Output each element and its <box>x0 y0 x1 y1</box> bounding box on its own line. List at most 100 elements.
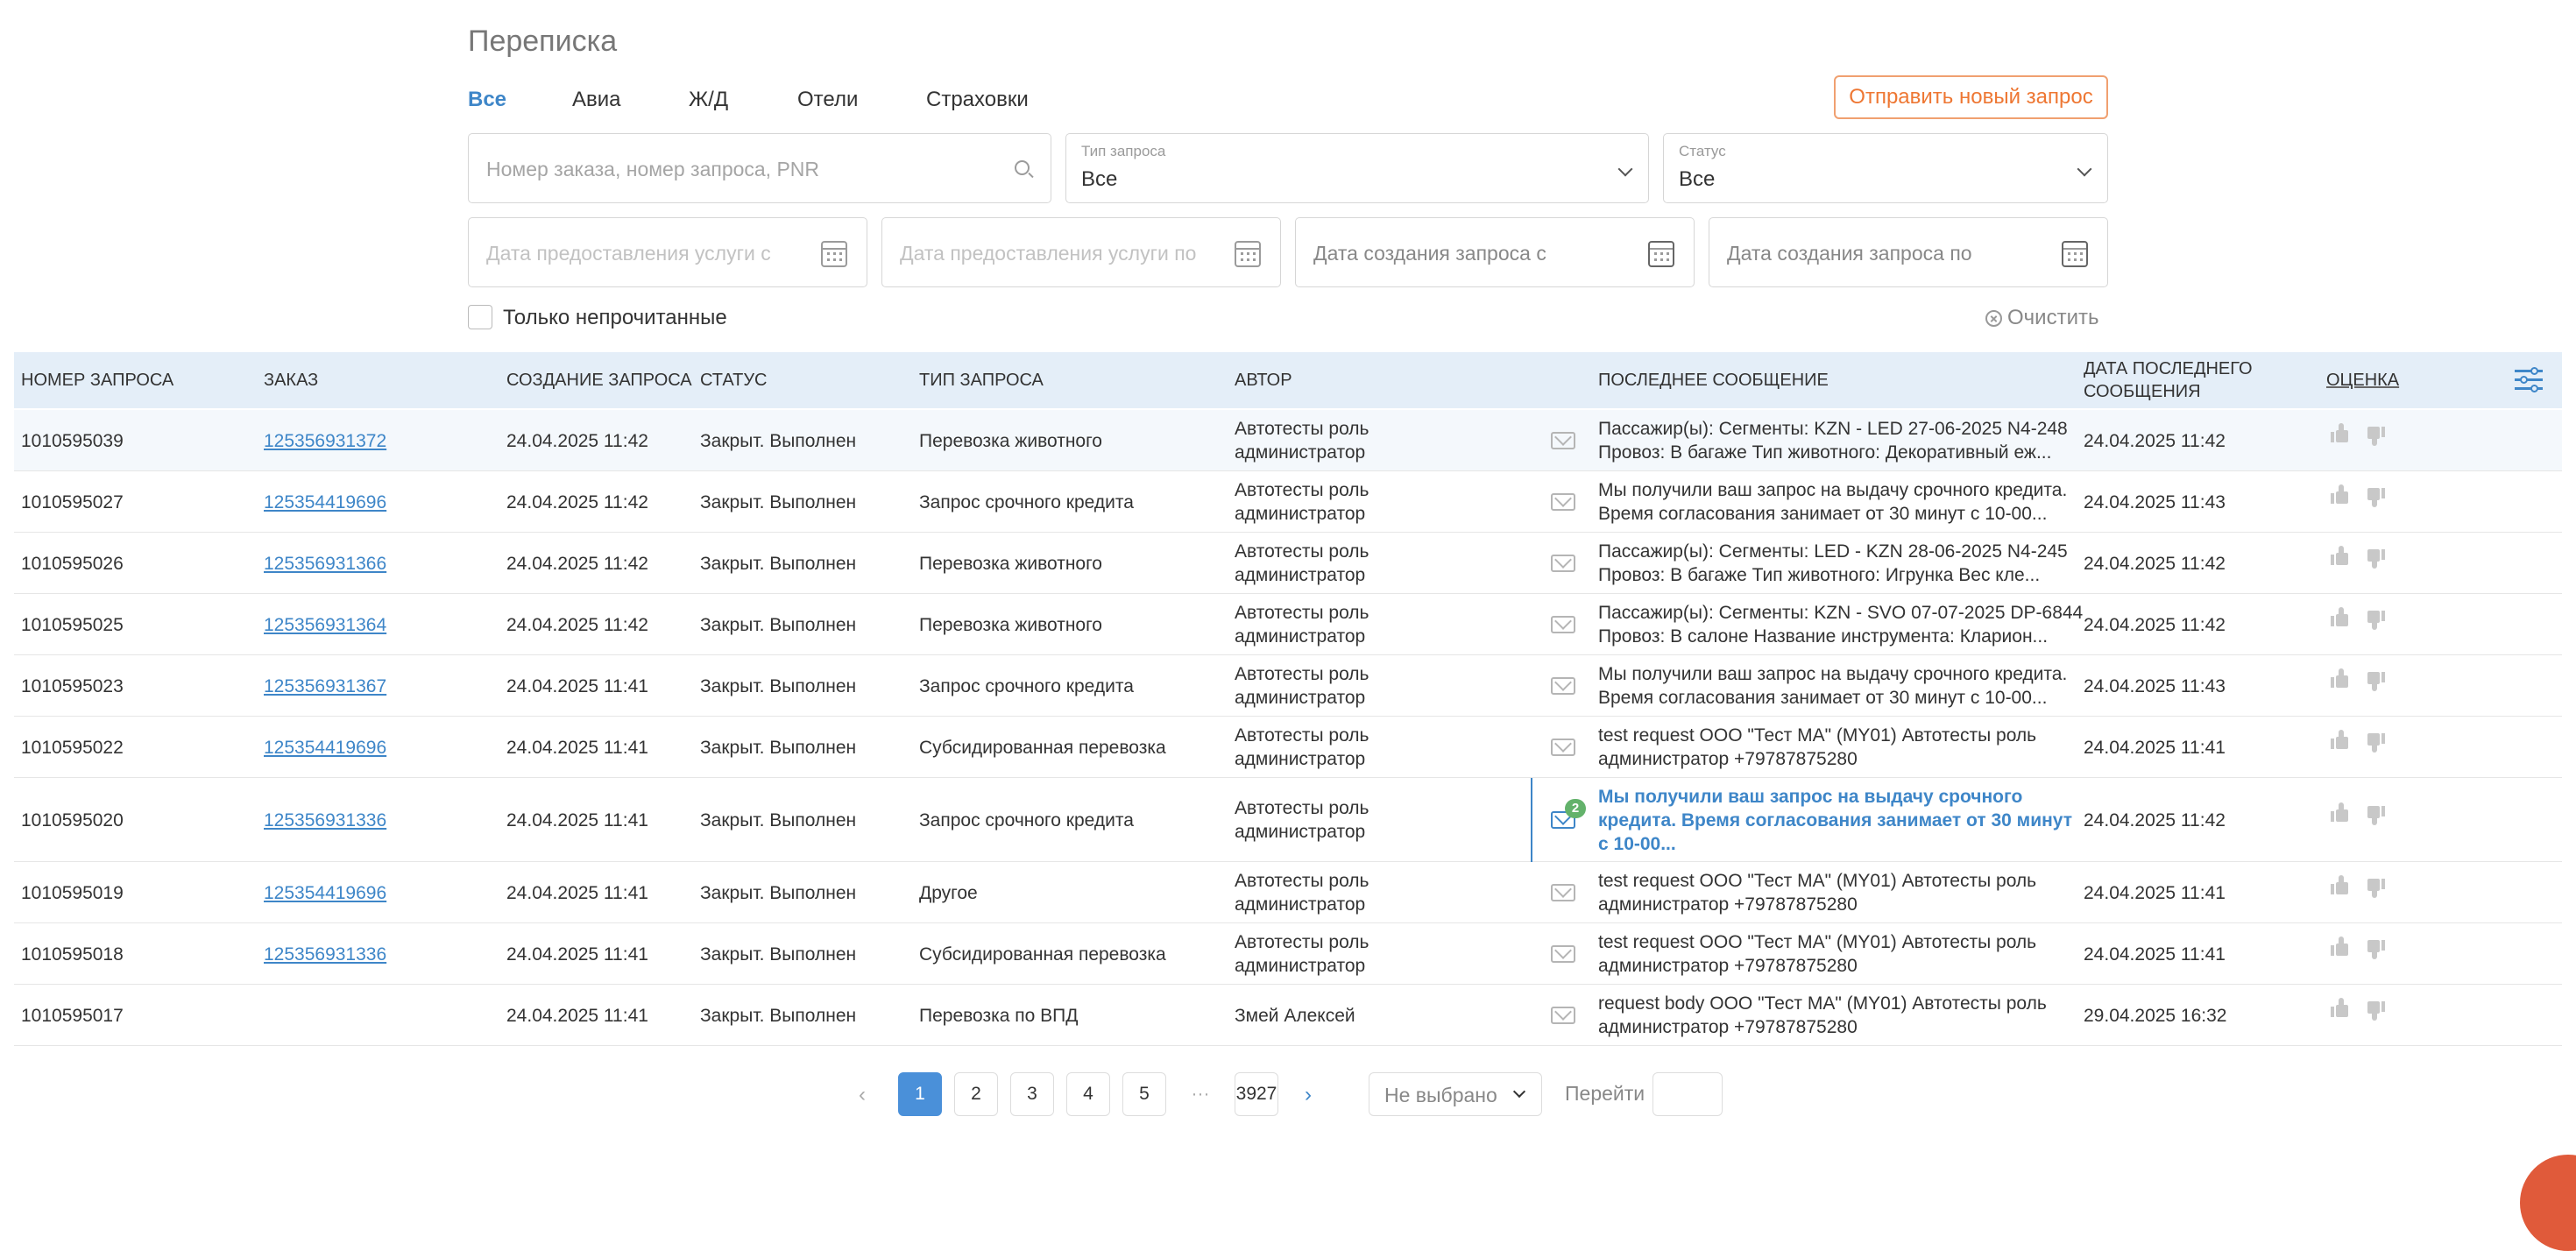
order-link[interactable]: 125356931364 <box>264 613 386 637</box>
last-message-line1[interactable]: Мы получили ваш запрос на выдачу срочног… <box>1598 478 2067 502</box>
message-envelope-icon[interactable] <box>1551 616 1575 633</box>
last-message-line3[interactable]: с 10-00... <box>1598 832 1676 856</box>
support-chat-button[interactable] <box>2520 1155 2576 1251</box>
last-message-line2[interactable]: Время согласования занимает от 30 минут … <box>1598 502 2047 526</box>
thumbs-down-icon[interactable] <box>2367 879 2385 898</box>
table-row[interactable]: 1010595022 125354419696 24.04.2025 11:41 За… <box>14 717 2562 778</box>
order-link[interactable]: 125354419696 <box>264 491 386 514</box>
thumbs-up-icon[interactable] <box>2331 936 2348 956</box>
thumbs-up-icon[interactable] <box>2331 607 2348 626</box>
last-message-line1[interactable]: Мы получили ваш запрос на выдачу срочног… <box>1598 785 2022 809</box>
thumbs-up-icon[interactable] <box>2331 668 2348 688</box>
last-message-line2[interactable]: Провоз: В багаже Тип животного: Декорати… <box>1598 441 2051 464</box>
next-page-button[interactable]: › <box>1305 1083 1312 1107</box>
goto-page-input[interactable] <box>1652 1072 1723 1116</box>
table-row[interactable]: 1010595026 125356931366 24.04.2025 11:42 За… <box>14 533 2562 594</box>
last-message-line2[interactable]: администратор +79787875280 <box>1598 893 1858 916</box>
table-row[interactable]: 1010595027 125354419696 24.04.2025 11:42 За… <box>14 471 2562 533</box>
table-row[interactable]: 1010595018 125356931336 24.04.2025 11:41 За… <box>14 923 2562 985</box>
table-row[interactable]: 1010595023 125356931367 24.04.2025 11:41 За… <box>14 655 2562 717</box>
order-link[interactable]: 125356931367 <box>264 675 386 698</box>
date-created-from-field[interactable]: Дата создания запроса с <box>1295 217 1695 287</box>
last-message-line1[interactable]: test request ООО "Тест МА" (MY01) Автоте… <box>1598 869 2036 893</box>
message-envelope-icon[interactable] <box>1551 739 1575 756</box>
thumbs-down-icon[interactable] <box>2367 488 2385 507</box>
calendar-icon[interactable] <box>2062 241 2088 267</box>
table-row[interactable]: 1010595019 125354419696 24.04.2025 11:41 За… <box>14 862 2562 923</box>
thumbs-up-icon[interactable] <box>2331 423 2348 442</box>
column-settings-icon[interactable] <box>2515 366 2543 394</box>
order-link[interactable]: 125354419696 <box>264 736 386 760</box>
page-size-select[interactable]: Не выбрано <box>1369 1072 1542 1116</box>
last-message-line1[interactable]: Мы получили ваш запрос на выдачу срочног… <box>1598 662 2067 686</box>
last-message-line2[interactable]: кредита. Время согласования занимает от … <box>1598 809 2072 832</box>
calendar-icon[interactable] <box>1235 241 1261 267</box>
last-message-line1[interactable]: Пассажир(ы): Сегменты: KZN - SVO 07-07-2… <box>1598 601 2083 625</box>
last-message-line2[interactable]: администратор +79787875280 <box>1598 1015 1858 1039</box>
last-message-line2[interactable]: администратор +79787875280 <box>1598 747 1858 771</box>
last-message-line1[interactable]: Пассажир(ы): Сегменты: LED - KZN 28-06-2… <box>1598 540 2068 563</box>
date-created-to-field[interactable]: Дата создания запроса по <box>1709 217 2108 287</box>
thumbs-down-icon[interactable] <box>2367 611 2385 630</box>
last-message-line2[interactable]: Провоз: В салоне Название инструмента: К… <box>1598 625 2048 648</box>
order-link[interactable]: 125356931372 <box>264 429 386 453</box>
message-envelope-icon[interactable] <box>1551 493 1575 511</box>
thumbs-up-icon[interactable] <box>2331 484 2348 504</box>
calendar-icon[interactable] <box>1648 241 1674 267</box>
message-envelope-icon[interactable] <box>1551 432 1575 449</box>
thumbs-up-icon[interactable] <box>2331 998 2348 1017</box>
thumbs-down-icon[interactable] <box>2367 549 2385 569</box>
tab-insurance[interactable]: Страховки <box>926 88 1029 112</box>
thumbs-down-icon[interactable] <box>2367 940 2385 959</box>
table-row[interactable]: 1010595025 125356931364 24.04.2025 11:42 За… <box>14 594 2562 655</box>
order-link[interactable]: 125356931336 <box>264 943 386 966</box>
new-request-button[interactable]: Отправить новый запрос <box>1834 75 2108 119</box>
message-envelope-icon[interactable] <box>1551 677 1575 695</box>
last-message-line1[interactable]: request body ООО "Тест МА" (MY01) Автоте… <box>1598 992 2047 1015</box>
thumbs-up-icon[interactable] <box>2331 730 2348 749</box>
request-type-select[interactable]: Тип запроса Все <box>1065 133 1649 203</box>
last-message-line2[interactable]: Провоз: В багаже Тип животного: Игрунка … <box>1598 563 2040 587</box>
message-envelope-icon[interactable] <box>1551 555 1575 572</box>
thumbs-up-icon[interactable] <box>2331 546 2348 565</box>
page-button-2[interactable]: 2 <box>954 1072 998 1116</box>
status-select[interactable]: Статус Все <box>1663 133 2108 203</box>
unread-only-checkbox[interactable] <box>468 305 492 329</box>
date-service-from-field[interactable]: Дата предоставления услуги с <box>468 217 867 287</box>
tab-all[interactable]: Все <box>468 88 506 112</box>
message-envelope-icon[interactable] <box>1551 884 1575 901</box>
thumbs-down-icon[interactable] <box>2367 1001 2385 1021</box>
tab-avia[interactable]: Авиа <box>572 88 621 112</box>
date-service-to-field[interactable]: Дата предоставления услуги по <box>881 217 1281 287</box>
thumbs-down-icon[interactable] <box>2367 733 2385 753</box>
header-rating[interactable]: ОЦЕНКА <box>2326 369 2399 392</box>
order-link[interactable]: 125354419696 <box>264 881 386 905</box>
thumbs-down-icon[interactable] <box>2367 672 2385 691</box>
order-link[interactable]: 125356931336 <box>264 809 386 832</box>
table-row[interactable]: 1010595039 125356931372 24.04.2025 11:42 За… <box>14 410 2562 471</box>
last-message-line1[interactable]: Пассажир(ы): Сегменты: KZN - LED 27-06-2… <box>1598 417 2068 441</box>
page-button-3[interactable]: 3 <box>1010 1072 1054 1116</box>
page-button-1[interactable]: 1 <box>898 1072 942 1116</box>
thumbs-up-icon[interactable] <box>2331 875 2348 894</box>
message-envelope-icon[interactable] <box>1551 945 1575 963</box>
thumbs-down-icon[interactable] <box>2367 806 2385 825</box>
table-row[interactable]: 1010595020 125356931336 24.04.2025 11:41 За… <box>14 778 2562 862</box>
search-input[interactable]: Номер заказа, номер запроса, PNR <box>468 133 1051 203</box>
thumbs-up-icon[interactable] <box>2331 802 2348 822</box>
last-message-line1[interactable]: test request ООО "Тест МА" (MY01) Автоте… <box>1598 724 2036 747</box>
order-link[interactable]: 125356931366 <box>264 552 386 576</box>
last-message-line1[interactable]: test request ООО "Тест МА" (MY01) Автоте… <box>1598 930 2036 954</box>
page-button-4[interactable]: 4 <box>1066 1072 1110 1116</box>
calendar-icon[interactable] <box>821 241 847 267</box>
thumbs-down-icon[interactable] <box>2367 427 2385 446</box>
page-button-last[interactable]: 3927 <box>1235 1072 1278 1116</box>
tab-rail[interactable]: Ж/Д <box>689 88 728 112</box>
clear-filters-button[interactable]: Очистить <box>1985 306 2098 330</box>
last-message-line2[interactable]: Время согласования занимает от 30 минут … <box>1598 686 2047 710</box>
page-button-5[interactable]: 5 <box>1122 1072 1166 1116</box>
prev-page-button[interactable]: ‹ <box>859 1083 866 1107</box>
tab-hotels[interactable]: Отели <box>797 88 858 112</box>
table-row[interactable]: 1010595017 24.04.2025 11:41 Закрыт. Выполн… <box>14 985 2562 1046</box>
message-envelope-icon[interactable] <box>1551 1007 1575 1024</box>
